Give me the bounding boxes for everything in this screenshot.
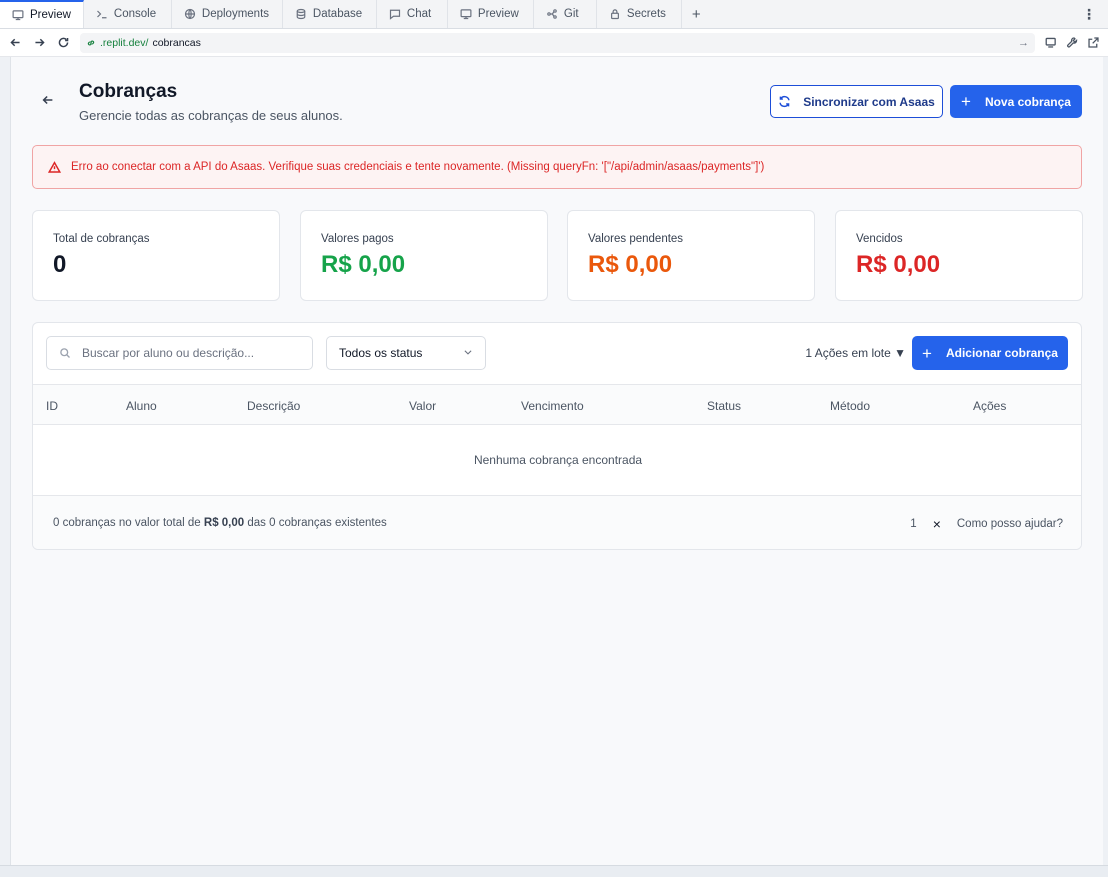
- plus-icon: +: [922, 343, 932, 363]
- tab-database[interactable]: Database: [283, 0, 377, 28]
- reload-button[interactable]: [56, 36, 70, 50]
- empty-state: Nenhuma cobrança encontrada: [33, 425, 1081, 496]
- tab-label: Deployments: [201, 8, 270, 20]
- stat-card-pending: Valores pendentes R$ 0,00: [567, 210, 815, 301]
- tab-label: Console: [113, 8, 157, 20]
- search-icon: [60, 348, 70, 358]
- tab-chat[interactable]: Chat: [377, 0, 448, 28]
- stat-card-overdue: Vencidos R$ 0,00: [835, 210, 1083, 301]
- column-header[interactable]: Status: [707, 399, 741, 413]
- url-host: .replit.dev/: [100, 36, 149, 49]
- left-edge: [0, 57, 11, 865]
- tab-console[interactable]: Console: [84, 0, 172, 28]
- stat-card-paid: Valores pagos R$ 0,00: [300, 210, 548, 301]
- add-charge-label: Adicionar cobrança: [945, 346, 1058, 360]
- search-placeholder: Buscar por aluno ou descrição...: [82, 346, 255, 360]
- url-field[interactable]: .replit.dev/cobrancas →: [80, 32, 1035, 53]
- new-charge-label: Nova cobrança: [984, 94, 1071, 109]
- sync-label: Sincronizar com Asaas: [803, 94, 935, 109]
- git-icon: [547, 9, 557, 19]
- tab-preview[interactable]: Preview: [0, 0, 84, 28]
- add-charge-button[interactable]: + Adicionar cobrança: [912, 336, 1068, 370]
- monitor-icon: [12, 10, 24, 21]
- reload-icon: [58, 37, 68, 48]
- status-select-value: Todos os status: [339, 346, 423, 360]
- back-button[interactable]: [41, 93, 57, 109]
- bulk-actions-dropdown[interactable]: 1 Ações em lote ▼: [805, 346, 906, 360]
- stat-value: R$ 0,00: [856, 251, 941, 278]
- plus-icon: +: [961, 92, 971, 111]
- tab-git[interactable]: Git: [534, 0, 597, 28]
- tab-label: Secrets: [626, 8, 666, 20]
- summary-total: R$ 0,00: [203, 517, 245, 529]
- refresh-icon: [779, 95, 790, 108]
- page-subtitle: Gerencie todas as cobranças de seus alun…: [79, 108, 343, 123]
- monitor-icon: [460, 9, 472, 20]
- table-summary: 0 cobranças no valor total de R$ 0,00 da…: [53, 517, 387, 529]
- stat-value: R$ 0,00: [588, 251, 673, 278]
- summary-prefix: 0 cobranças no valor total de: [53, 517, 201, 529]
- stat-card-total: Total de cobranças 0: [32, 210, 280, 301]
- more-options-icon[interactable]: ⋮: [1070, 0, 1108, 28]
- external-link-icon[interactable]: [1087, 36, 1100, 49]
- summary-suffix: das 0 cobranças existentes: [247, 517, 387, 529]
- tab-label: Chat: [406, 8, 432, 20]
- alert-message: Erro ao conectar com a API do Asaas. Ver…: [71, 161, 765, 173]
- address-bar: .replit.dev/cobrancas →: [0, 29, 1108, 57]
- stat-value: R$ 0,00: [321, 251, 406, 278]
- stat-label: Valores pendentes: [588, 233, 684, 245]
- forward-nav-button[interactable]: [32, 36, 46, 50]
- back-nav-button[interactable]: [8, 36, 22, 50]
- search-input[interactable]: Buscar por aluno ou descrição...: [46, 336, 313, 370]
- column-header[interactable]: Aluno: [126, 399, 157, 413]
- help-link[interactable]: Como posso ajudar?: [957, 518, 1063, 530]
- table-footer: 0 cobranças no valor total de R$ 0,00 da…: [33, 496, 1081, 549]
- stat-label: Vencidos: [856, 233, 903, 245]
- chat-icon: [389, 9, 401, 20]
- page-content: Cobranças Gerencie todas as cobranças de…: [11, 57, 1103, 865]
- tab-preview-2[interactable]: Preview: [448, 0, 534, 28]
- lock-icon: [610, 9, 619, 20]
- go-arrow-icon[interactable]: →: [1018, 37, 1029, 49]
- arrow-left-icon: [42, 95, 53, 105]
- wrench-icon[interactable]: [1066, 36, 1079, 49]
- add-tab-button[interactable]: +: [682, 0, 711, 28]
- devices-icon[interactable]: [1045, 36, 1058, 49]
- column-header[interactable]: Valor: [409, 399, 436, 413]
- status-select[interactable]: Todos os status: [326, 336, 486, 370]
- new-charge-button[interactable]: + Nova cobrança: [950, 85, 1082, 118]
- chevron-down-icon: [463, 346, 473, 360]
- tab-label: Preview: [477, 8, 519, 20]
- warning-icon: [48, 160, 61, 173]
- sync-asaas-button[interactable]: Sincronizar com Asaas: [770, 85, 943, 118]
- tab-deployments[interactable]: Deployments: [172, 0, 283, 28]
- tab-secrets[interactable]: Secrets: [597, 0, 682, 28]
- column-header[interactable]: ID: [46, 399, 58, 413]
- column-header[interactable]: Descrição: [247, 399, 300, 413]
- column-header[interactable]: Vencimento: [521, 399, 584, 413]
- globe-icon: [184, 8, 196, 20]
- link-icon: [87, 40, 95, 45]
- stat-value: 0: [53, 251, 67, 278]
- error-alert: Erro ao conectar com a API do Asaas. Ver…: [32, 145, 1082, 189]
- column-header: Ações: [973, 399, 1007, 413]
- arrow-left-icon: [9, 38, 20, 47]
- stat-label: Valores pagos: [321, 233, 394, 245]
- bottom-edge: [0, 865, 1108, 877]
- database-icon: [296, 8, 306, 20]
- help-count: 1: [910, 518, 917, 530]
- charges-panel: Buscar por aluno ou descrição... Todos o…: [32, 322, 1082, 550]
- url-path: cobrancas: [152, 36, 201, 49]
- column-header[interactable]: Método: [830, 399, 870, 413]
- page-title: Cobranças: [79, 81, 178, 102]
- stat-label: Total de cobranças: [53, 233, 150, 245]
- ide-tab-bar: Preview Console Deployments Database Cha…: [0, 0, 1108, 29]
- tab-label: Database: [312, 8, 363, 20]
- tab-label: Preview: [30, 9, 71, 21]
- tab-label: Git: [563, 8, 579, 20]
- arrow-right-icon: [34, 38, 45, 47]
- close-icon[interactable]: ×: [933, 516, 941, 532]
- terminal-icon: [96, 10, 107, 19]
- table-header: ID Aluno Descrição Valor Vencimento Stat…: [33, 384, 1081, 425]
